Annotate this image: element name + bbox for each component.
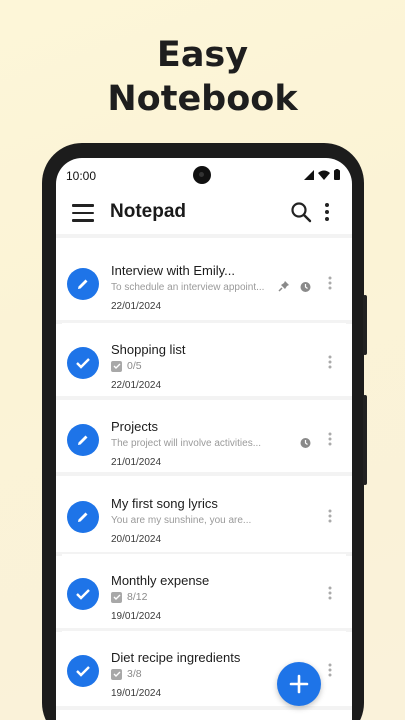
divider xyxy=(56,472,352,476)
phone-side-button xyxy=(363,295,367,355)
note-title: Monthly expense xyxy=(111,573,210,588)
note-date: 19/01/2024 xyxy=(111,611,162,622)
pencil-icon xyxy=(67,424,99,456)
more-vert-icon[interactable] xyxy=(328,663,332,677)
status-bar: 10:00 xyxy=(56,158,352,194)
note-item[interactable]: Projects The project will involve activi… xyxy=(62,400,346,472)
battery-icon xyxy=(334,169,340,180)
note-date: 21/01/2024 xyxy=(111,457,162,468)
check-icon xyxy=(67,655,99,687)
more-vert-icon[interactable] xyxy=(328,276,332,290)
checklist-progress: 8/12 xyxy=(111,591,147,603)
phone-side-button xyxy=(363,395,367,485)
checklist-count: 8/12 xyxy=(127,591,148,603)
note-preview: You are my sunshine, you are... xyxy=(111,515,252,526)
divider xyxy=(56,234,352,238)
promo-title-line1: Easy xyxy=(156,35,249,75)
wifi-icon xyxy=(318,170,330,180)
check-icon xyxy=(67,578,99,610)
checklist-count: 0/5 xyxy=(127,360,142,372)
promo-title-line2: Notebook xyxy=(107,79,298,119)
note-item[interactable]: Interview with Emily... To schedule an i… xyxy=(62,244,346,316)
checklist-count: 3/8 xyxy=(127,668,142,680)
more-vert-icon[interactable] xyxy=(324,202,330,222)
status-icons xyxy=(304,169,340,180)
note-title: My first song lyrics xyxy=(111,496,218,511)
more-vert-icon[interactable] xyxy=(328,355,332,369)
more-vert-icon[interactable] xyxy=(328,432,332,446)
checkbox-icon xyxy=(111,668,122,680)
pencil-icon xyxy=(67,268,99,300)
note-date: 22/01/2024 xyxy=(111,301,162,312)
note-item[interactable]: Monthly expense 8/12 19/01/2024 xyxy=(62,554,346,626)
add-note-button[interactable] xyxy=(277,662,321,706)
note-title: Shopping list xyxy=(111,342,186,357)
alarm-icon xyxy=(300,282,311,292)
checkbox-icon xyxy=(111,591,122,603)
checklist-progress: 0/5 xyxy=(111,360,142,372)
note-date: 22/01/2024 xyxy=(111,380,162,391)
note-preview: To schedule an interview appoint... xyxy=(111,282,265,293)
status-time: 10:00 xyxy=(66,169,97,183)
pin-icon xyxy=(278,281,289,292)
checkbox-icon xyxy=(111,360,122,372)
menu-icon[interactable] xyxy=(72,204,94,222)
add-icon xyxy=(289,674,309,694)
camera-cutout xyxy=(193,166,211,184)
note-date: 20/01/2024 xyxy=(111,534,162,545)
note-title: Interview with Emily... xyxy=(111,263,236,278)
signal-icon xyxy=(304,169,314,180)
app-title: Notepad xyxy=(110,201,186,222)
search-icon[interactable] xyxy=(290,201,312,223)
note-preview: The project will involve activities... xyxy=(111,438,262,449)
note-date: 19/01/2024 xyxy=(111,688,162,699)
phone-screen: 10:00 Notepad Interview with Emily... To… xyxy=(56,158,352,720)
app-bar: Notepad xyxy=(56,194,352,234)
alarm-icon xyxy=(300,438,311,448)
note-title: Projects xyxy=(111,419,158,434)
more-vert-icon[interactable] xyxy=(328,509,332,523)
divider xyxy=(56,706,352,710)
pencil-icon xyxy=(67,501,99,533)
note-item[interactable]: My first song lyrics You are my sunshine… xyxy=(62,477,346,549)
checklist-progress: 3/8 xyxy=(111,668,142,680)
check-icon xyxy=(67,347,99,379)
more-vert-icon[interactable] xyxy=(328,586,332,600)
note-title: Diet recipe ingredients xyxy=(111,650,241,665)
note-item[interactable]: Shopping list 0/5 22/01/2024 xyxy=(62,323,346,395)
